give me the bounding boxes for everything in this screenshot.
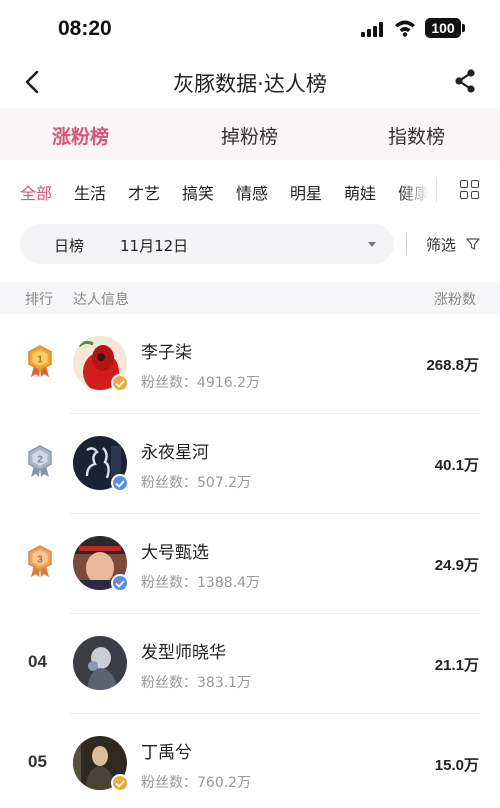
nav-bar: 灰豚数据·达人榜 (0, 60, 500, 108)
avatar[interactable] (73, 636, 127, 690)
avatar[interactable] (73, 736, 129, 792)
creator-name: 大号甄选 (141, 543, 209, 563)
category-emotion[interactable]: 情感 (236, 180, 268, 204)
page-title: 灰豚数据·达人榜 (173, 72, 327, 96)
funnel-icon (466, 238, 480, 250)
filter-button[interactable]: 筛选 (426, 234, 480, 256)
creator-name: 李子柒 (141, 343, 192, 363)
filter-divider (406, 233, 407, 255)
date-selector[interactable]: 日榜 11月12日 (20, 224, 394, 264)
follower-gain: 21.1万 (434, 657, 479, 674)
header-gain: 涨粉数 (434, 292, 476, 308)
follower-gain: 268.8万 (426, 357, 479, 374)
grid-icon[interactable] (460, 180, 480, 200)
avatar[interactable] (73, 436, 129, 492)
follower-count: 粉丝数：4916.2万 (141, 375, 260, 391)
creator-name: 发型师晓华 (141, 643, 226, 663)
category-bar: 全部 生活 才艺 搞笑 情感 明星 萌娃 健康 (0, 166, 500, 214)
tab-follower-loss[interactable]: 掉粉榜 (221, 122, 278, 149)
follower-gain: 15.0万 (434, 757, 479, 774)
category-talent[interactable]: 才艺 (128, 180, 160, 204)
rank-number: 05 (28, 752, 47, 771)
follower-count: 粉丝数：760.2万 (141, 775, 252, 791)
verified-badge-icon (111, 374, 129, 392)
battery-icon: 100 (425, 18, 465, 38)
medal-number: 1 (37, 355, 43, 366)
follower-count: 粉丝数：383.1万 (141, 675, 252, 691)
follower-count: 粉丝数：1388.4万 (141, 575, 260, 591)
verified-badge-icon (111, 474, 129, 492)
avatar[interactable] (73, 536, 129, 592)
status-bar: 08:20 100 (0, 0, 500, 60)
verified-badge-icon (111, 574, 129, 592)
medal-number: 3 (37, 555, 43, 566)
table-header: 排行 达人信息 涨粉数 (0, 282, 500, 314)
filter-label: 筛选 (426, 236, 457, 254)
category-comedy[interactable]: 搞笑 (182, 180, 214, 204)
follower-gain: 40.1万 (434, 457, 479, 474)
period-label: 日榜 (54, 237, 85, 255)
status-time: 08:20 (58, 17, 112, 40)
category-fade (398, 166, 436, 214)
category-all[interactable]: 全部 (20, 180, 52, 204)
header-rank: 排行 (25, 292, 53, 308)
tab-index[interactable]: 指数榜 (388, 122, 445, 149)
bronze-medal-icon: 3 (28, 545, 52, 577)
avatar[interactable] (73, 336, 129, 392)
silver-medal-icon: 2 (28, 445, 52, 477)
wifi-icon (395, 20, 415, 37)
table-row[interactable]: 1 李子柒 粉丝数：4916.2万 268.8万 (0, 314, 500, 414)
table-row[interactable]: 05 丁禹兮 粉丝数：760.2万 15.0万 (0, 714, 500, 808)
follower-gain: 24.9万 (434, 557, 479, 574)
table-row[interactable]: 2 永夜星河 粉丝数：507.2万 40.1万 (0, 414, 500, 514)
creator-name: 丁禹兮 (141, 743, 192, 763)
signal-icon (361, 22, 385, 37)
creator-name: 永夜星河 (141, 443, 209, 463)
category-divider (436, 178, 437, 202)
table-row[interactable]: 3 大号甄选 粉丝数：1388.4万 24.9万 (0, 514, 500, 614)
category-celebrity[interactable]: 明星 (290, 180, 322, 204)
tab-follower-gain[interactable]: 涨粉榜 (52, 122, 109, 149)
header-info: 达人信息 (73, 292, 129, 308)
category-kids[interactable]: 萌娃 (344, 180, 376, 204)
table-row[interactable]: 04 发型师晓华 粉丝数：383.1万 21.1万 (0, 614, 500, 714)
ranking-tabs: 涨粉榜 掉粉榜 指数榜 (0, 108, 500, 160)
rank-number: 04 (28, 652, 47, 671)
follower-count: 粉丝数：507.2万 (141, 475, 252, 491)
date-value: 11月12日 (120, 237, 189, 255)
caret-down-icon (368, 242, 376, 247)
gold-medal-icon: 1 (28, 345, 52, 377)
medal-number: 2 (37, 455, 43, 466)
category-life[interactable]: 生活 (74, 180, 106, 204)
verified-badge-icon (111, 774, 129, 792)
share-icon[interactable] (452, 68, 478, 94)
